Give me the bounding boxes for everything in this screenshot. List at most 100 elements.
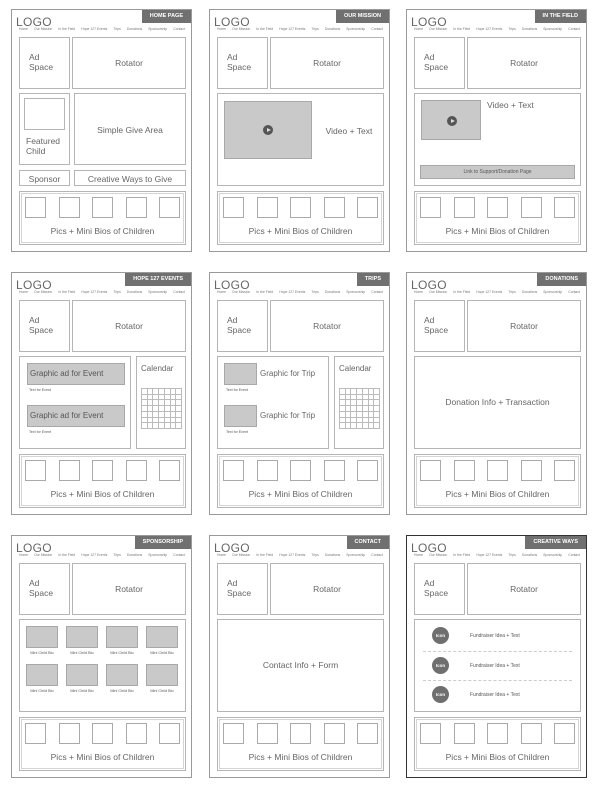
nav-item: Trips — [508, 27, 516, 31]
featured-label: Child — [26, 146, 46, 156]
wireframe-sponsorship: LOGO SPONSORSHIP Home Our Mission In the F… — [11, 535, 192, 778]
contact-info-area: Contact Info + Form — [217, 619, 384, 712]
child-thumb — [357, 460, 378, 481]
ad-label: Space — [227, 325, 252, 335]
child-thumb — [25, 723, 46, 744]
nav-item: Hope 127 Events — [81, 290, 108, 294]
rotator: Rotator — [72, 300, 186, 352]
rotator: Rotator — [467, 300, 581, 352]
ad-label: Space — [29, 62, 54, 72]
rotator: Rotator — [72, 563, 186, 615]
ad-label: Space — [227, 588, 252, 598]
trip-text: Text for Event — [226, 430, 248, 434]
nav-item: Our Mission — [232, 553, 251, 557]
nav-item: Donations — [521, 290, 538, 294]
pics-bios-label: Pics + Mini Bios of Children — [248, 226, 353, 236]
nav-item: Hope 127 Events — [279, 553, 306, 557]
mini-child-bio-label: Mini Child Bio — [30, 689, 54, 693]
nav-item: Trips — [113, 553, 121, 557]
child-bios-grid: Mini Child Bio Mini Child Bio Mini Child… — [19, 619, 186, 712]
nav-item: Donations — [126, 290, 143, 294]
wireframe-our-mission: LOGO OUR MISSION Home Our Mission In the F… — [209, 9, 390, 252]
child-thumb — [159, 197, 180, 218]
wireframe-donations: LOGO DONATIONS Home Our Mission In the Fie… — [406, 272, 587, 515]
child-thumb — [420, 197, 441, 218]
trip-text: Text for Event — [226, 388, 248, 392]
pics-bios-label: Pics + Mini Bios of Children — [50, 752, 155, 762]
child-thumb — [25, 460, 46, 481]
ad-label: Space — [424, 325, 449, 335]
nav-item: Our Mission — [34, 290, 53, 294]
nav-item: Contact — [568, 27, 580, 31]
nav-item: Sponsorship — [543, 290, 563, 294]
calendar-grid — [339, 388, 380, 429]
pics-bios-label: Pics + Mini Bios of Children — [50, 226, 155, 236]
children-bios: Pics + Mini Bios of Children — [19, 191, 186, 245]
nav-item: Home — [217, 290, 227, 294]
child-thumb — [554, 197, 575, 218]
sponsor-box: Sponsor — [19, 170, 70, 186]
support-link-bar[interactable]: Link to Support/Donation Page — [420, 165, 575, 179]
rotator: Rotator — [270, 300, 384, 352]
nav-item: Home — [414, 27, 424, 31]
video-placeholder — [224, 101, 312, 159]
nav-item: In the Field — [58, 553, 76, 557]
child-thumb — [487, 460, 508, 481]
fundraiser-icon: Icon — [432, 627, 449, 644]
mini-child-bio-label: Mini Child Bio — [110, 689, 134, 693]
video-text-label: Video + Text — [487, 100, 534, 110]
mini-child-bio: Mini Child Bio — [146, 626, 178, 655]
nav-item: Donations — [126, 27, 143, 31]
child-thumb — [223, 723, 244, 744]
child-thumb — [125, 197, 147, 218]
mini-child-bio: Mini Child Bio — [106, 664, 138, 693]
nav-item: Our Mission — [429, 27, 448, 31]
calendar-grid — [141, 388, 182, 429]
child-thumb — [125, 460, 147, 481]
nav-item: Donations — [324, 290, 341, 294]
child-thumb — [420, 723, 441, 744]
child-thumb — [487, 723, 508, 744]
nav-item: Sponsorship — [543, 27, 563, 31]
ad-space: Ad Space — [414, 37, 465, 89]
calendar: Calendar — [334, 356, 384, 449]
simple-give-area: Simple Give Area — [74, 93, 186, 165]
child-thumb — [92, 723, 113, 744]
ad-label: Space — [29, 588, 54, 598]
children-bios: Pics + Mini Bios of Children — [414, 454, 581, 508]
wireframe-contact: LOGO CONTACT Home Our Mission In the Field… — [209, 535, 390, 778]
child-thumb — [58, 197, 80, 218]
ad-label: Ad — [227, 52, 238, 62]
child-thumb — [453, 460, 475, 481]
nav-item: Sponsorship — [346, 553, 366, 557]
ad-label: Ad — [227, 578, 238, 588]
wireframe-hope-127-events: LOGO HOPE 127 EVENTS Home Our Mission In t… — [11, 272, 192, 515]
nav-item: Contact — [371, 27, 383, 31]
wireframe-creative-ways: LOGO CREATIVE WAYS Home Our Mission In the… — [406, 535, 587, 778]
rotator-label: Rotator — [510, 321, 538, 331]
nav-item: Hope 127 Events — [279, 290, 306, 294]
mini-child-bio: Mini Child Bio — [146, 664, 178, 693]
trip-graphic — [224, 363, 257, 385]
donation-info-label: Donation Info + Transaction — [445, 397, 550, 407]
pics-bios-label: Pics + Mini Bios of Children — [445, 752, 550, 762]
nav-item: Our Mission — [34, 553, 53, 557]
child-thumb — [58, 460, 80, 481]
nav-item: In the Field — [58, 290, 76, 294]
fundraiser-icon: Icon — [432, 686, 449, 703]
children-bios: Pics + Mini Bios of Children — [414, 191, 581, 245]
rotator: Rotator — [72, 37, 186, 89]
mini-child-bio-label: Mini Child Bio — [110, 651, 134, 655]
event-text: Text for Event — [29, 388, 51, 392]
video-text-area: Video + Text — [217, 93, 384, 186]
child-thumb — [323, 197, 345, 218]
pics-bios-label: Pics + Mini Bios of Children — [248, 752, 353, 762]
wireframe-trips: LOGO TRIPS Home Our Mission In the Field Ho… — [209, 272, 390, 515]
nav-item: Sponsorship — [148, 290, 168, 294]
children-bios: Pics + Mini Bios of Children — [217, 717, 384, 771]
pics-bios-label: Pics + Mini Bios of Children — [50, 489, 155, 499]
child-thumb — [453, 197, 475, 218]
rotator-label: Rotator — [510, 584, 538, 594]
calendar-label: Calendar — [339, 364, 372, 373]
nav-item: Our Mission — [232, 27, 251, 31]
